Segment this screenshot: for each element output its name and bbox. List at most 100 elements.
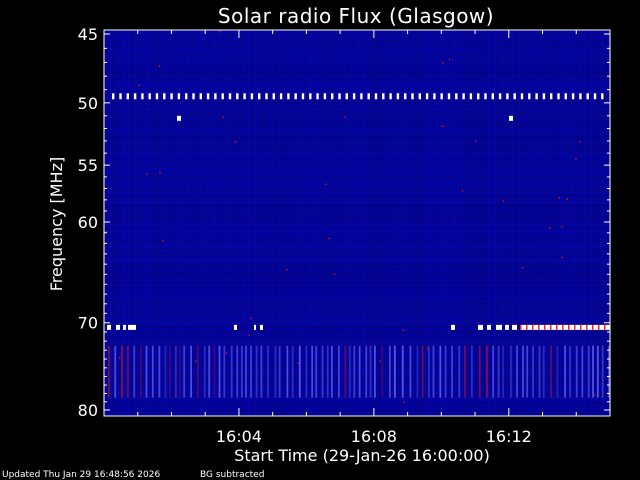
stripe bbox=[315, 345, 318, 398]
footer-updated: Updated Thu Jan 29 16:48:56 2026 bbox=[2, 470, 160, 480]
noise-column bbox=[254, 30, 256, 416]
rfi-spot bbox=[177, 115, 181, 121]
stripe bbox=[114, 345, 117, 398]
stripe bbox=[190, 345, 193, 398]
stripe bbox=[575, 345, 578, 398]
stripe bbox=[213, 345, 216, 398]
noise-column bbox=[248, 30, 250, 416]
noise-column bbox=[590, 30, 592, 416]
stripe bbox=[236, 345, 239, 398]
noise-column bbox=[449, 30, 451, 416]
rfi-segment-70mhz bbox=[496, 324, 502, 330]
stripe bbox=[321, 345, 324, 398]
stripe bbox=[409, 345, 412, 398]
stripe bbox=[550, 345, 552, 398]
noise-speck bbox=[558, 197, 561, 199]
stripe bbox=[169, 345, 171, 398]
rfi-dash-50mhz bbox=[550, 93, 553, 100]
rfi-dash-50mhz bbox=[389, 93, 392, 100]
rfi-dash-50mhz bbox=[360, 93, 363, 100]
rfi-dash-50mhz bbox=[265, 93, 268, 100]
noise-speck bbox=[579, 140, 581, 143]
noise-speck bbox=[426, 347, 429, 350]
noise-speck bbox=[379, 360, 381, 362]
stripe bbox=[344, 345, 347, 398]
rfi-dash-50mhz bbox=[301, 93, 305, 100]
rfi-dash-50mhz bbox=[571, 93, 575, 100]
noise-column bbox=[524, 30, 526, 416]
stripe bbox=[174, 345, 177, 398]
y-tick-label: 55 bbox=[78, 156, 98, 175]
noise-column bbox=[110, 30, 112, 416]
rfi-segment-70mhz bbox=[451, 324, 455, 330]
noise-speck bbox=[461, 190, 464, 192]
noise-column bbox=[530, 30, 532, 416]
noise-column bbox=[425, 30, 427, 416]
rfi-segment-70mhz bbox=[505, 324, 509, 330]
rfi-dash-50mhz bbox=[309, 93, 312, 100]
noise-speck bbox=[250, 317, 253, 320]
noise-speck bbox=[475, 140, 477, 142]
noise-speck bbox=[448, 58, 451, 61]
stripe bbox=[427, 345, 430, 398]
rfi-red-70mhz bbox=[550, 324, 552, 330]
noise-speck bbox=[561, 256, 563, 259]
rfi-red-70mhz bbox=[532, 324, 534, 330]
stripe bbox=[245, 345, 247, 398]
noise-speck bbox=[286, 268, 288, 271]
rfi-red-70mhz bbox=[574, 324, 576, 330]
noise-column bbox=[206, 30, 208, 416]
rfi-red-70mhz bbox=[568, 324, 570, 330]
noise-speck bbox=[120, 387, 123, 389]
noise-column bbox=[200, 30, 202, 416]
rfi-dash-50mhz bbox=[462, 93, 465, 100]
noise-column bbox=[314, 30, 316, 416]
rfi-dash-50mhz bbox=[119, 93, 122, 100]
stripe bbox=[451, 345, 453, 398]
noise-speck bbox=[159, 171, 161, 174]
rfi-dash-50mhz bbox=[455, 93, 458, 100]
noise-column bbox=[578, 30, 580, 416]
rfi-dash-50mhz bbox=[250, 93, 254, 100]
noise-column bbox=[263, 30, 265, 416]
rfi-dash-50mhz bbox=[258, 93, 261, 100]
stripe bbox=[278, 345, 281, 398]
stripe bbox=[538, 345, 541, 398]
rfi-dash-50mhz bbox=[199, 93, 202, 100]
rfi-segment-70mhz bbox=[107, 324, 111, 330]
noise-speck bbox=[105, 231, 107, 233]
noise-column bbox=[431, 30, 433, 416]
noise-column bbox=[500, 30, 502, 416]
stripe bbox=[274, 345, 277, 398]
rfi-dash-50mhz bbox=[396, 93, 400, 100]
stripe bbox=[326, 345, 329, 398]
noise-column bbox=[455, 30, 457, 416]
stripe bbox=[601, 345, 604, 398]
stripe bbox=[444, 345, 447, 398]
noise-column bbox=[116, 30, 118, 416]
stripe bbox=[581, 345, 584, 398]
stripe bbox=[348, 345, 351, 398]
noise-column bbox=[137, 30, 139, 416]
rfi-red-70mhz bbox=[586, 324, 588, 330]
noise-speck bbox=[442, 62, 444, 64]
noise-column bbox=[167, 30, 169, 416]
noise-column bbox=[155, 30, 157, 416]
noise-speck bbox=[225, 352, 228, 354]
rfi-segment-70mhz bbox=[116, 324, 120, 330]
rfi-segment-70mhz bbox=[487, 324, 491, 330]
stripe bbox=[218, 345, 221, 398]
rfi-red-70mhz bbox=[562, 324, 564, 330]
noise-column bbox=[461, 30, 463, 416]
rfi-dash-50mhz bbox=[498, 93, 502, 100]
noise-column bbox=[284, 30, 286, 416]
rfi-dash-50mhz bbox=[177, 93, 181, 100]
spectrogram-chart: Solar radio Flux (Glasgow) 45 50 55 60 70 80 1… bbox=[0, 0, 640, 480]
noise-column bbox=[512, 30, 514, 416]
stripe bbox=[260, 345, 263, 398]
noise-column bbox=[125, 30, 127, 416]
rfi-dash-50mhz bbox=[484, 93, 487, 100]
stripe bbox=[164, 345, 167, 398]
rfi-dash-50mhz bbox=[418, 93, 421, 100]
noise-column bbox=[386, 30, 388, 416]
